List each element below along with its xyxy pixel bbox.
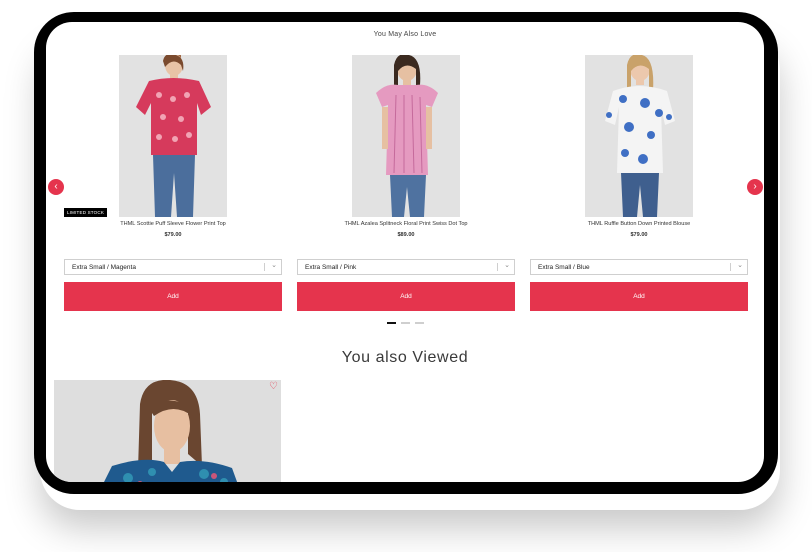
select-divider (730, 263, 731, 271)
product-price: $79.00 (630, 232, 648, 238)
product-image[interactable] (585, 55, 693, 217)
variant-select-value: Extra Small / Blue (538, 264, 590, 271)
product-name[interactable]: THML Scottie Puff Sleeve Flower Print To… (64, 221, 282, 227)
product-price: $89.00 (397, 232, 415, 238)
product-price: $79.00 (164, 232, 182, 238)
chevron-left-icon: ‹ (54, 181, 58, 192)
viewed-product-card[interactable]: ♡ (54, 380, 281, 482)
section-title-you-also-viewed: You also Viewed (341, 349, 469, 366)
section-title-you-may-also-love: You May Also Love (373, 31, 437, 38)
variant-select-value: Extra Small / Magenta (72, 264, 136, 271)
chevron-down-icon: ⌄ (737, 262, 743, 269)
variant-select-value: Extra Small / Pink (305, 264, 357, 271)
variant-select[interactable]: Extra Small / Magenta ⌄ (64, 259, 282, 275)
variant-select[interactable]: Extra Small / Blue ⌄ (530, 259, 748, 275)
chevron-right-icon: › (753, 181, 757, 192)
pagination-dot-active[interactable] (387, 322, 396, 324)
variant-select[interactable]: Extra Small / Pink ⌄ (297, 259, 515, 275)
add-to-cart-button[interactable]: Add (297, 282, 515, 311)
select-divider (497, 263, 498, 271)
tablet-screen: You May Also Love LIMITED STOCK THML Sco… (46, 22, 764, 482)
chevron-down-icon: ⌄ (504, 262, 510, 269)
carousel-next-button[interactable]: › (747, 179, 763, 195)
wishlist-heart-icon[interactable]: ♡ (269, 381, 278, 392)
limited-stock-badge: LIMITED STOCK (64, 208, 108, 217)
select-divider (264, 263, 265, 271)
product-image[interactable] (352, 55, 460, 217)
chevron-down-icon: ⌄ (271, 262, 277, 269)
add-to-cart-button[interactable]: Add (530, 282, 748, 311)
carousel-prev-button[interactable]: ‹ (48, 179, 64, 195)
add-to-cart-button[interactable]: Add (64, 282, 282, 311)
product-image[interactable] (119, 55, 227, 217)
product-name[interactable]: THML Azalea Splitneck Floral Print Swiss… (297, 221, 515, 227)
pagination-dot[interactable] (401, 322, 410, 324)
pagination-dot[interactable] (415, 322, 424, 324)
product-name[interactable]: THML Ruffle Button Down Printed Blouse (530, 221, 748, 227)
viewed-product-image (54, 380, 281, 482)
